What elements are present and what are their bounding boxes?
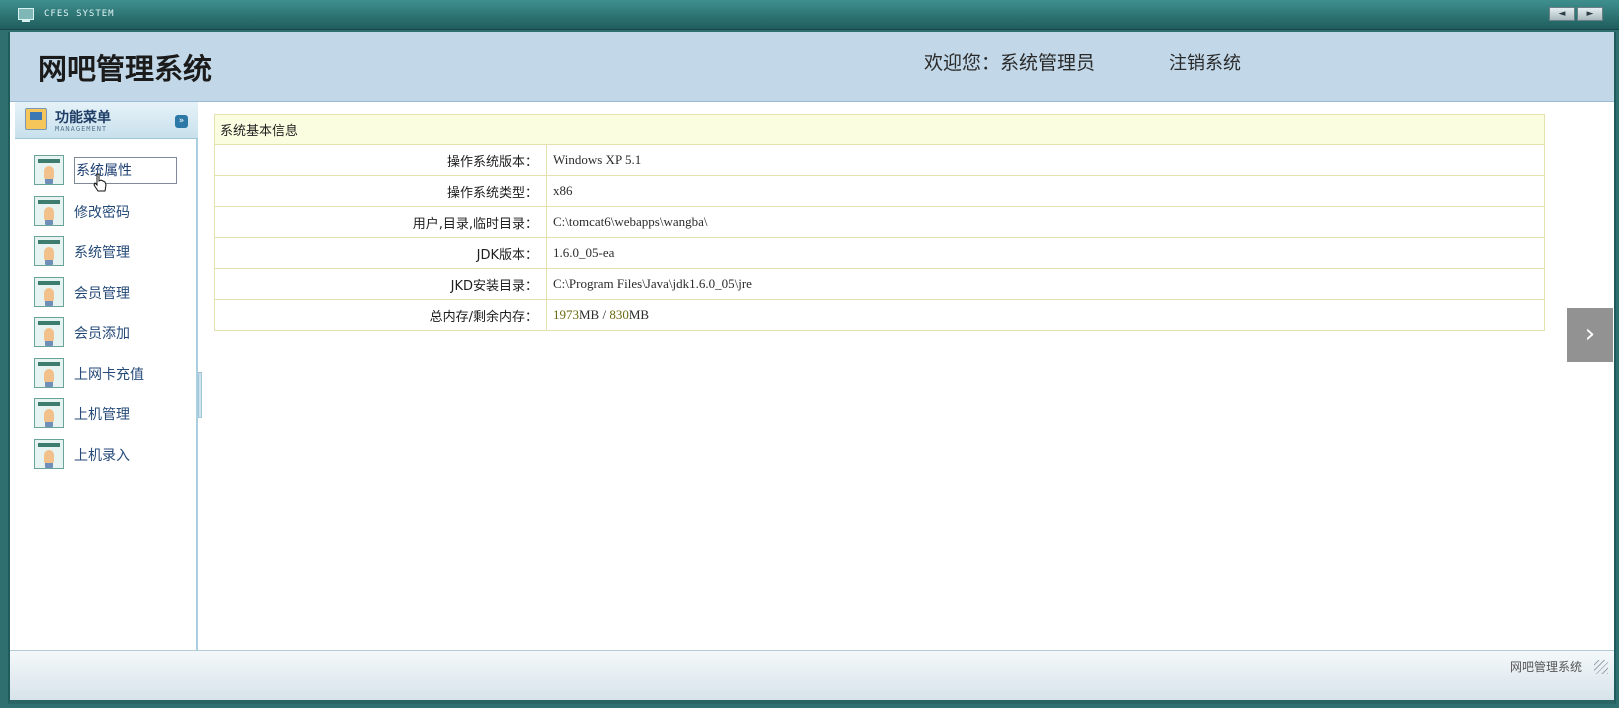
row-value: 1.6.0_05-ea: [546, 237, 1545, 269]
sidebar-item-card-recharge[interactable]: 上网卡充值: [10, 355, 196, 396]
table-row: 用户,目录,临时目录： C:\tomcat6\webapps\wangba\: [214, 206, 1545, 238]
row-value: x86: [546, 175, 1545, 207]
memory-separator: MB /: [579, 307, 610, 322]
row-value: C:\tomcat6\webapps\wangba\: [546, 206, 1545, 238]
table-row: 操作系统类型： x86: [214, 175, 1545, 207]
sidebar-item-member-add[interactable]: 会员添加: [10, 314, 196, 355]
free-memory: 830: [609, 307, 629, 322]
sidebar: 功能菜单 MANAGEMENT » 系统属性 修改密码 系统管理 会员管理 会员…: [10, 102, 198, 650]
table-row: 操作系统版本： Windows XP 5.1: [214, 144, 1545, 176]
sidebar-item-label: 修改密码: [74, 204, 130, 221]
hand-cursor-icon: [93, 173, 107, 192]
system-info-table: 系统基本信息 操作系统版本： Windows XP 5.1 操作系统类型： x8…: [214, 114, 1545, 331]
sidebar-item-label: 会员管理: [74, 285, 130, 302]
welcome-text: 欢迎您：系统管理员: [924, 52, 1096, 74]
table-row: 总内存/剩余内存： 1973MB / 830MB: [214, 299, 1545, 331]
sidebar-item-session-entry[interactable]: 上机录入: [10, 436, 196, 477]
user-card-icon: [34, 398, 64, 428]
row-label: JDK版本：: [214, 237, 547, 269]
row-value: Windows XP 5.1: [546, 144, 1545, 176]
row-label: 总内存/剩余内存：: [214, 299, 547, 331]
prev-button[interactable]: ◄: [1549, 7, 1575, 21]
user-card-icon: [34, 357, 64, 388]
monitor-icon: [18, 8, 34, 22]
window-nav-buttons: ◄ ►: [1549, 7, 1603, 21]
next-button[interactable]: ►: [1577, 7, 1603, 21]
user-card-icon: [34, 236, 64, 266]
total-memory: 1973: [553, 307, 579, 322]
app-title: 网吧管理系统: [38, 52, 213, 86]
window-title: CFES SYSTEM: [44, 9, 115, 19]
window-titlebar: CFES SYSTEM ◄ ►: [0, 0, 1619, 30]
sidebar-item-label: 会员添加: [74, 326, 130, 342]
footer-text: 网吧管理系统: [1509, 660, 1582, 674]
sidebar-item-change-password[interactable]: 修改密码: [10, 193, 196, 234]
user-card-icon: [34, 438, 64, 469]
sidebar-item-label: 上机管理: [74, 407, 130, 423]
sidebar-item-member-management[interactable]: 会员管理: [10, 274, 196, 315]
sidebar-item-label: 上机录入: [74, 447, 130, 464]
user-card-icon: [34, 317, 64, 347]
table-row: JKD安装目录： C:\Program Files\Java\jdk1.6.0_…: [214, 268, 1545, 300]
app-frame: CFES SYSTEM ◄ ► 网吧管理系统 欢迎您：系统管理员 注销系统 功能…: [0, 0, 1619, 708]
table-caption-row: 系统基本信息: [214, 114, 1545, 145]
table-row: JDK版本： 1.6.0_05-ea: [214, 237, 1545, 269]
menu-list: 系统属性 修改密码 系统管理 会员管理 会员添加 上网卡充值 上机管理 上机录入: [10, 152, 196, 476]
user-card-icon: [34, 276, 64, 307]
memory-unit: MB: [628, 307, 650, 322]
app-area: 网吧管理系统 欢迎您：系统管理员 注销系统 功能菜单 MANAGEMENT » …: [8, 32, 1616, 704]
row-label: 操作系统版本：: [214, 144, 547, 176]
row-label: 用户,目录,临时目录：: [214, 206, 547, 238]
memory-value: 1973MB / 830MB: [546, 299, 1545, 331]
sidebar-item-label: 上网卡充值: [74, 366, 144, 383]
user-card-icon: [34, 195, 64, 226]
sidebar-item-session-management[interactable]: 上机管理: [10, 395, 196, 436]
chevron-right-icon[interactable]: ›: [1567, 308, 1613, 362]
row-value: C:\Program Files\Java\jdk1.6.0_05\jre: [546, 268, 1545, 300]
page-footer: 网吧管理系统: [10, 650, 1614, 700]
menu-subtitle: MANAGEMENT: [55, 125, 108, 133]
sidebar-item-label: 系统属性: [74, 157, 177, 184]
user-card-icon: [34, 155, 64, 185]
menu-header[interactable]: 功能菜单 MANAGEMENT »: [15, 102, 198, 139]
menu-icon: [25, 108, 47, 130]
panel-title: 系统基本信息: [214, 114, 1545, 145]
logout-link[interactable]: 注销系统: [1169, 49, 1241, 75]
resize-grip-icon[interactable]: [1594, 660, 1608, 674]
sidebar-item-label: 系统管理: [74, 245, 130, 261]
menu-title: 功能菜单: [55, 110, 111, 126]
sidebar-item-system-management[interactable]: 系统管理: [10, 233, 196, 274]
row-label: JKD安装目录：: [214, 268, 547, 300]
row-label: 操作系统类型：: [214, 175, 547, 207]
page-header: 网吧管理系统 欢迎您：系统管理员 注销系统: [10, 32, 1614, 102]
double-chevron-down-icon[interactable]: »: [175, 115, 188, 128]
main-content: 系统基本信息 操作系统版本： Windows XP 5.1 操作系统类型： x8…: [202, 102, 1612, 650]
